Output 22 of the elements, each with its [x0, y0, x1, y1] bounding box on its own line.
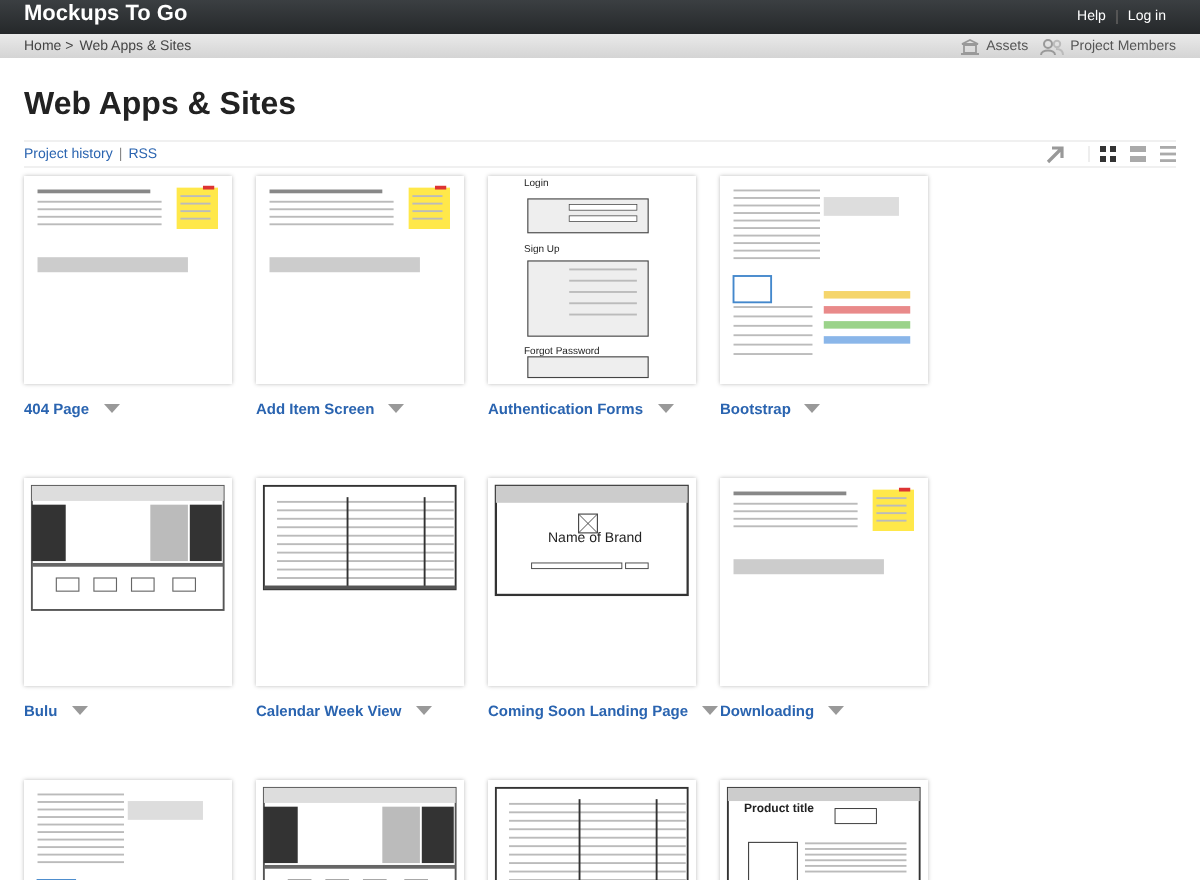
caret-icon[interactable] — [828, 705, 845, 715]
mockup-thumbnail[interactable] — [256, 176, 464, 384]
people-icon — [1040, 37, 1065, 55]
mockup-thumbnail[interactable] — [24, 176, 232, 384]
mockup-thumbnail[interactable] — [720, 478, 928, 686]
page-title: Web Apps & Sites — [24, 88, 299, 124]
arrow-icon[interactable] — [1046, 144, 1066, 164]
caret-icon[interactable] — [702, 705, 718, 715]
caret-icon[interactable] — [657, 403, 674, 413]
caret-icon[interactable] — [103, 403, 120, 413]
caret-icon[interactable] — [804, 403, 821, 413]
list-view-icon[interactable] — [1130, 146, 1146, 162]
caret-icon[interactable] — [415, 705, 432, 715]
brand-name[interactable]: Mockups To Go — [24, 1, 188, 25]
grid-view-icon[interactable] — [1088, 146, 1116, 162]
compact-list-icon[interactable] — [1160, 146, 1176, 162]
building-icon — [960, 37, 981, 55]
mockup-thumbnail[interactable] — [720, 176, 928, 384]
caret-icon[interactable] — [388, 403, 405, 413]
mockup-thumbnail[interactable] — [256, 478, 464, 686]
mockup-thumbnail[interactable] — [24, 478, 232, 686]
caret-icon[interactable] — [71, 705, 88, 715]
